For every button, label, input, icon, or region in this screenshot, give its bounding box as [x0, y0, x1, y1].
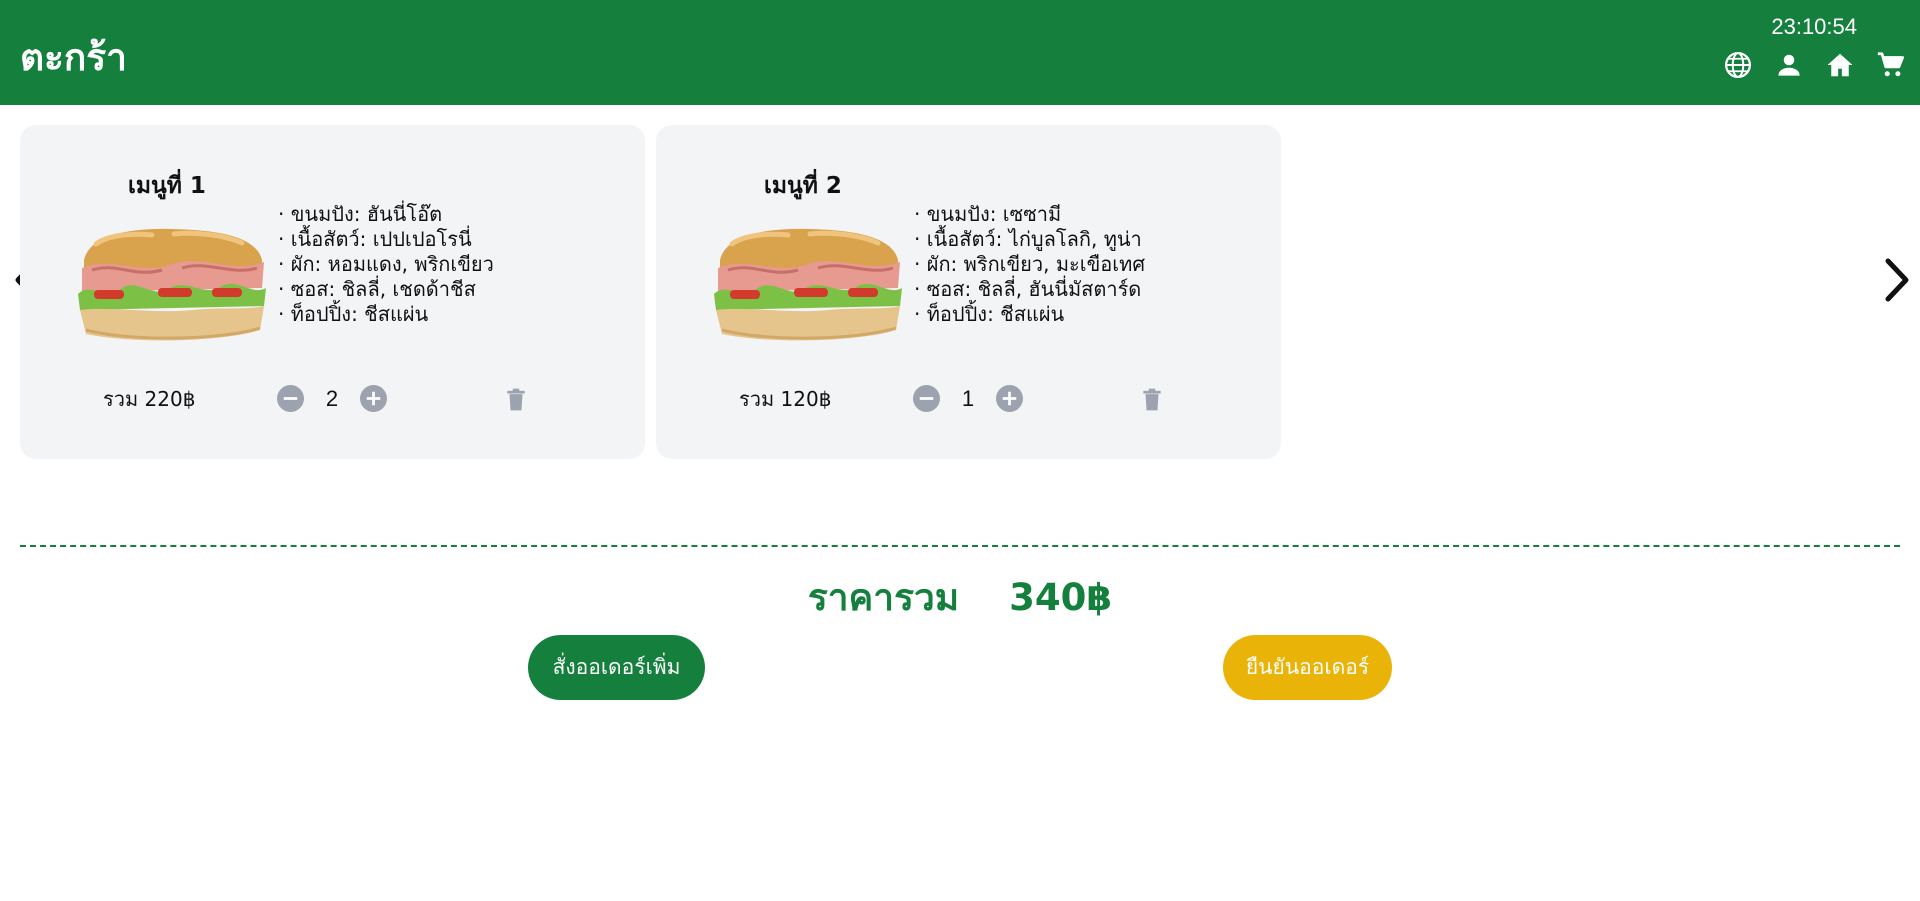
detail-veggies: ผัก: หอมแดง, พริกเขียว: [278, 252, 494, 277]
item-details: ขนมปัง: ฮันนี่โอ๊ต เนื้อสัตว์: เปปเปอโรน…: [278, 202, 494, 327]
home-icon[interactable]: [1825, 50, 1855, 80]
sandwich-image: [78, 228, 266, 341]
cart-icon[interactable]: [1876, 50, 1906, 80]
detail-sauce: ซอส: ชิลลี่, เชดด้าชีส: [278, 277, 494, 302]
sandwich-image: [714, 228, 902, 341]
decrease-quantity-icon[interactable]: [277, 385, 304, 412]
cart-item-card: เมนูที่ 2 ขนมปัง: เซซามี เนื้อสัตว์: ไก่…: [656, 125, 1281, 459]
increase-quantity-icon[interactable]: [360, 385, 387, 412]
menu-title: เมนูที่ 2: [764, 173, 842, 199]
cart-item-card: เมนูที่ 1 ขนมปัง: ฮันนี่โอ๊ต เนื้อสัตว์:…: [20, 125, 645, 459]
item-total: รวม 220฿: [103, 387, 196, 411]
menu-title: เมนูที่ 1: [128, 173, 206, 199]
quantity-stepper: 1: [913, 385, 1023, 412]
quantity-stepper: 2: [277, 385, 387, 412]
summary-divider: [20, 545, 1900, 547]
delete-icon[interactable]: [503, 386, 529, 413]
item-total: รวม 120฿: [739, 387, 832, 411]
increase-quantity-icon[interactable]: [996, 385, 1023, 412]
quantity-value: 1: [961, 385, 975, 411]
confirm-order-button[interactable]: ยืนยันออเดอร์: [1223, 635, 1392, 700]
order-more-button[interactable]: สั่งออเดอร์เพิ่ม: [528, 635, 705, 700]
cart-item-list: เมนูที่ 1 ขนมปัง: ฮันนี่โอ๊ต เนื้อสัตว์:…: [20, 125, 1281, 459]
order-summary: ราคารวม 340฿: [0, 568, 1920, 627]
clock: 23:10:54: [1771, 14, 1857, 39]
detail-bread: ขนมปัง: เซซามี: [914, 202, 1145, 227]
detail-veggies: ผัก: พริกเขียว, มะเขือเทศ: [914, 252, 1145, 277]
app-header: ตะกร้า 23:10:54: [0, 0, 1920, 105]
user-icon[interactable]: [1774, 50, 1804, 80]
delete-icon[interactable]: [1139, 386, 1165, 413]
detail-sauce: ซอส: ชิลลี่, ฮันนี่มัสตาร์ด: [914, 277, 1145, 302]
detail-meat: เนื้อสัตว์: ไก่บูลโลกิ, ทูน่า: [914, 227, 1145, 252]
total-label: ราคารวม: [807, 576, 960, 619]
item-details: ขนมปัง: เซซามี เนื้อสัตว์: ไก่บูลโลกิ, ท…: [914, 202, 1145, 327]
decrease-quantity-icon[interactable]: [913, 385, 940, 412]
header-icon-bar: [1723, 50, 1906, 80]
total-amount: 340฿: [1009, 576, 1113, 619]
detail-topping: ท็อปปิ้ง: ชีสแผ่น: [278, 302, 494, 327]
detail-meat: เนื้อสัตว์: เปปเปอโรนี่: [278, 227, 494, 252]
detail-bread: ขนมปัง: ฮันนี่โอ๊ต: [278, 202, 494, 227]
page-title: ตะกร้า: [20, 36, 127, 79]
carousel-next-arrow[interactable]: [1880, 255, 1914, 305]
detail-topping: ท็อปปิ้ง: ชีสแผ่น: [914, 302, 1145, 327]
globe-icon[interactable]: [1723, 50, 1753, 80]
quantity-value: 2: [325, 385, 339, 411]
